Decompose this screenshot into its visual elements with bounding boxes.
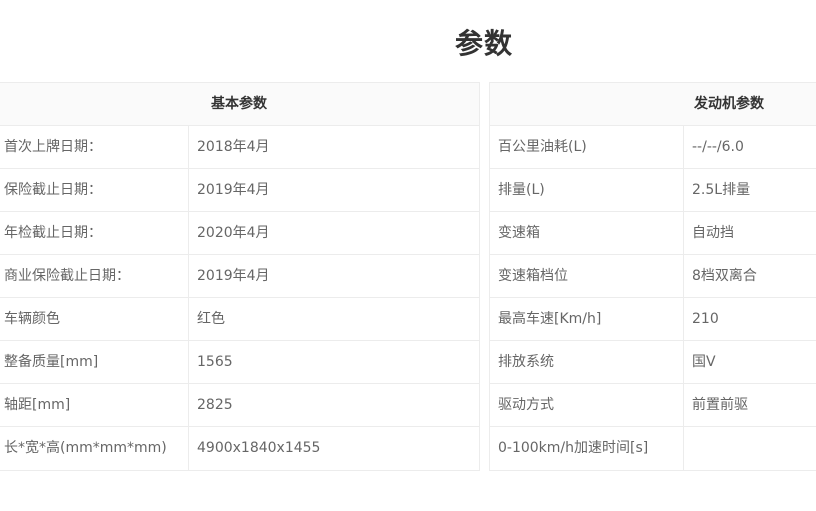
page-title: 参数 — [454, 27, 513, 60]
table-row: 保险截止日期： 2019年4月 — [0, 169, 479, 212]
table-row: 车辆颜色 红色 — [0, 298, 479, 341]
table-row: 商业保险截止日期： 2019年4月 — [0, 255, 479, 298]
engine-params-panel: 发动机参数 百公里油耗(L) --/--/6.0 排量(L) 2.5L排量 变速… — [489, 82, 816, 471]
table-row: 驱动方式 前置前驱 — [490, 384, 816, 427]
param-value: 国V — [692, 354, 716, 370]
param-label: 百公里油耗(L) — [490, 126, 684, 168]
table-row: 排量(L) 2.5L排量 — [490, 169, 816, 212]
param-label: 轴距[mm] — [0, 384, 189, 426]
param-value: 4900x1840x1455 — [197, 440, 321, 456]
engine-params-header: 发动机参数 — [490, 83, 816, 126]
table-row: 变速箱档位 8档双离合 — [490, 255, 816, 298]
param-value: 2825 — [197, 397, 233, 413]
table-row: 轴距[mm] 2825 — [0, 384, 479, 427]
param-label: 商业保险截止日期： — [0, 255, 189, 297]
param-label: 年检截止日期： — [0, 212, 189, 254]
param-value: 8档双离合 — [692, 268, 757, 284]
param-value: 2018年4月 — [197, 139, 270, 155]
param-value: 自动挡 — [692, 225, 734, 241]
param-label: 保险截止日期： — [0, 169, 189, 211]
table-row: 整备质量[mm] 1565 — [0, 341, 479, 384]
basic-params-header: 基本参数 — [0, 83, 479, 126]
param-label: 整备质量[mm] — [0, 341, 189, 383]
param-label: 首次上牌日期： — [0, 126, 189, 168]
param-value: 210 — [692, 311, 719, 327]
table-row: 0-100km/h加速时间[s] — [490, 427, 816, 470]
table-row: 排放系统 国V — [490, 341, 816, 384]
param-label: 长*宽*高(mm*mm*mm) — [0, 427, 189, 470]
basic-params-panel: 基本参数 首次上牌日期： 2018年4月 保险截止日期： 2019年4月 年检截… — [0, 82, 480, 471]
param-label: 排放系统 — [490, 341, 684, 383]
param-value: 2020年4月 — [197, 225, 270, 241]
param-label: 0-100km/h加速时间[s] — [490, 427, 684, 470]
table-row: 年检截止日期： 2020年4月 — [0, 212, 479, 255]
param-value: 2019年4月 — [197, 268, 270, 284]
param-label: 变速箱 — [490, 212, 684, 254]
param-value — [684, 427, 816, 470]
param-label: 车辆颜色 — [0, 298, 189, 340]
param-value: 前置前驱 — [692, 397, 748, 413]
table-row: 首次上牌日期： 2018年4月 — [0, 126, 479, 169]
table-row: 最高车速[Km/h] 210 — [490, 298, 816, 341]
table-row: 长*宽*高(mm*mm*mm) 4900x1840x1455 — [0, 427, 479, 470]
page: 参数 基本参数 首次上牌日期： 2018年4月 保险截止日期： 2019年4月 … — [0, 0, 816, 511]
param-value: 1565 — [197, 354, 233, 370]
table-row: 变速箱 自动挡 — [490, 212, 816, 255]
param-label: 变速箱档位 — [490, 255, 684, 297]
param-value: --/--/6.0 — [692, 139, 744, 155]
param-value: 2019年4月 — [197, 182, 270, 198]
param-label: 排量(L) — [490, 169, 684, 211]
param-value: 红色 — [197, 311, 225, 327]
param-label: 最高车速[Km/h] — [490, 298, 684, 340]
param-label: 驱动方式 — [490, 384, 684, 426]
param-value: 2.5L排量 — [692, 182, 751, 198]
table-row: 百公里油耗(L) --/--/6.0 — [490, 126, 816, 169]
